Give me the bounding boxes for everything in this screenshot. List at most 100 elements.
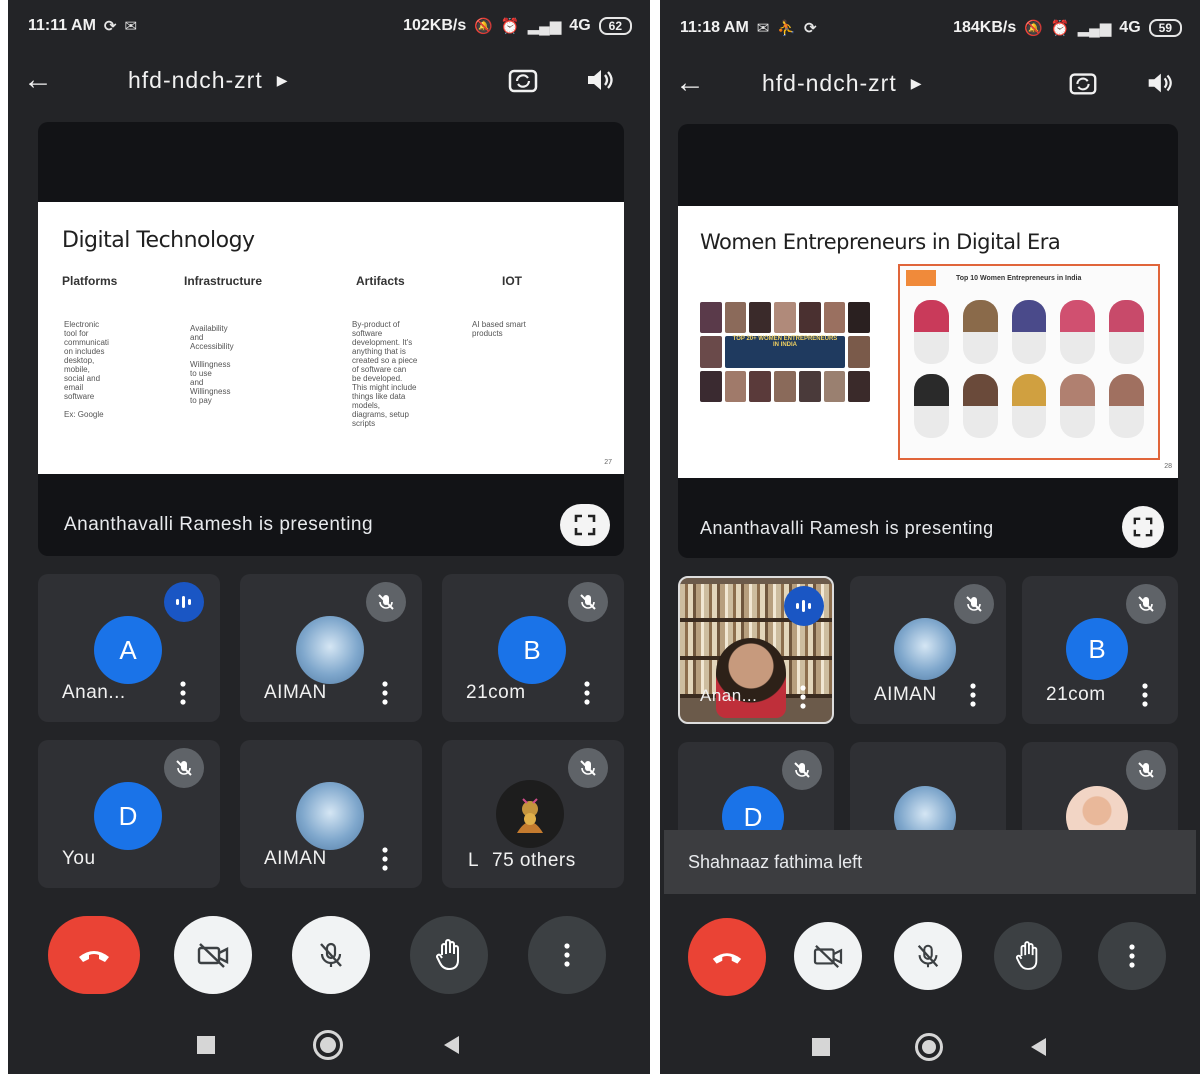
more-options-button[interactable] <box>528 916 606 994</box>
caret-right-icon: ▶ <box>910 74 923 91</box>
participant-tile[interactable]: B 21com <box>442 574 624 722</box>
phone-hangup-icon <box>79 951 109 962</box>
status-time: 11:18 AM <box>680 19 749 36</box>
gmail-icon: ✉ <box>756 20 770 37</box>
back-arrow-icon[interactable]: ← <box>8 55 68 105</box>
participant-video-tile[interactable]: Anan... <box>678 576 834 724</box>
network-type: 4G <box>569 17 591 34</box>
participant-tile[interactable]: B 21com <box>1022 576 1178 724</box>
more-options-icon[interactable] <box>172 678 194 708</box>
collage-label: TOP 20+ WOMEN ENTREPRENEURS IN INDIA <box>732 336 838 348</box>
raise-hand-button[interactable] <box>994 922 1062 990</box>
alarm-icon: ⏰ <box>500 18 520 35</box>
meeting-title[interactable]: hfd-ndch-zrt ▶ <box>762 70 923 97</box>
mic-off-icon <box>1126 584 1166 624</box>
android-nav-bar <box>8 1022 650 1068</box>
presenting-label: Ananthavalli Ramesh is presenting <box>700 518 994 538</box>
switch-camera-icon[interactable] <box>502 59 544 101</box>
meeting-title[interactable]: hfd-ndch-zrt ▶ <box>128 67 289 94</box>
end-call-button[interactable] <box>48 916 140 994</box>
back-icon[interactable] <box>1028 1036 1048 1058</box>
switch-camera-icon[interactable] <box>1062 62 1104 104</box>
more-vertical-icon <box>1129 944 1135 968</box>
others-tile[interactable]: L 75 others <box>442 740 624 888</box>
avatar-image <box>496 780 564 848</box>
slide-page-number: 28 <box>1164 463 1172 470</box>
participant-tile[interactable]: AIMAN <box>240 574 422 722</box>
sync-icon: ⟳ <box>804 20 817 37</box>
more-options-icon[interactable] <box>374 844 396 874</box>
fullscreen-button[interactable] <box>1122 506 1164 548</box>
recents-icon[interactable] <box>197 1036 215 1054</box>
mic-off-icon <box>954 584 994 624</box>
speaker-icon[interactable] <box>1138 62 1180 104</box>
mic-off-button[interactable] <box>292 916 370 994</box>
hand-icon <box>436 939 459 971</box>
call-controls <box>660 912 1200 1002</box>
speaker-icon[interactable] <box>578 59 620 101</box>
more-options-icon[interactable] <box>374 678 396 708</box>
network-type: 4G <box>1119 19 1141 36</box>
recents-icon[interactable] <box>812 1038 831 1056</box>
participant-name: Anan... <box>62 682 126 703</box>
mic-off-icon <box>782 750 822 790</box>
fullscreen-button[interactable] <box>560 504 610 546</box>
back-arrow-icon[interactable]: ← <box>660 58 720 108</box>
call-controls <box>8 910 650 1000</box>
mic-off-button[interactable] <box>894 922 962 990</box>
mute-bell-icon: 🔕 <box>474 18 493 35</box>
fullscreen-icon <box>1133 517 1153 537</box>
participant-tile[interactable]: D You <box>38 740 220 888</box>
end-call-button[interactable] <box>688 918 766 996</box>
video-off-icon <box>197 943 229 968</box>
alarm-icon: ⏰ <box>1050 20 1070 37</box>
avatar <box>296 616 364 684</box>
more-options-icon[interactable] <box>1134 680 1156 710</box>
meeting-top-bar: ← hfd-ndch-zrt ▶ <box>8 55 650 105</box>
participant-name: 21com <box>1046 684 1106 705</box>
network-speed: 102KB/s <box>403 17 467 34</box>
panel-title: Top 10 Women Entrepreneurs in India <box>956 275 1082 282</box>
avatar: B <box>498 616 566 684</box>
more-options-icon[interactable] <box>792 682 814 712</box>
home-icon[interactable] <box>914 1033 943 1061</box>
speaking-indicator-icon <box>164 582 204 622</box>
status-bar: 11:11 AM ⟳ ✉ 102KB/s 🔕 ⏰ ▂▄▆ 4G 62 <box>8 8 650 44</box>
meeting-code: hfd-ndch-zrt <box>762 69 897 96</box>
more-options-icon[interactable] <box>962 680 984 710</box>
slide-column-heading: Platforms <box>62 274 118 288</box>
signal-icon: ▂▄▆ <box>527 18 562 35</box>
slide-column-text: Electronic tool for communicati on inclu… <box>64 320 109 419</box>
meeting-code: hfd-ndch-zrt <box>128 66 263 93</box>
participant-name: AIMAN <box>264 682 327 703</box>
slide: Women Entrepreneurs in Digital Era TOP 2… <box>678 206 1178 478</box>
more-options-icon[interactable] <box>576 678 598 708</box>
video-off-icon <box>813 944 843 968</box>
mic-off-icon <box>366 582 406 622</box>
back-icon[interactable] <box>441 1034 461 1056</box>
status-time: 11:11 AM <box>28 17 96 34</box>
participant-tile[interactable]: AIMAN <box>850 576 1006 724</box>
raise-hand-button[interactable] <box>410 916 488 994</box>
slide-title: Women Entrepreneurs in Digital Era <box>700 230 1061 254</box>
gmail-icon: ✉ <box>124 18 138 35</box>
battery-indicator: 62 <box>598 17 632 35</box>
camera-off-button[interactable] <box>174 916 252 994</box>
fullscreen-icon <box>574 514 596 536</box>
avatar: A <box>94 616 162 684</box>
participant-tile[interactable]: AIMAN <box>240 740 422 888</box>
presentation-card: Women Entrepreneurs in Digital Era TOP 2… <box>678 124 1178 558</box>
participant-name: AIMAN <box>874 684 937 705</box>
overlapping-name-letter: L <box>468 850 480 871</box>
mute-bell-icon: 🔕 <box>1024 20 1043 37</box>
participant-tile[interactable]: A Anan... <box>38 574 220 722</box>
avatar <box>894 618 956 680</box>
home-icon[interactable] <box>313 1030 343 1060</box>
camera-off-button[interactable] <box>794 922 862 990</box>
more-options-button[interactable] <box>1098 922 1166 990</box>
avatar <box>296 782 364 850</box>
slide-column-heading: Infrastructure <box>184 274 263 288</box>
person-icon: ⛹ <box>777 20 797 37</box>
slide-page-number: 27 <box>604 459 612 466</box>
participant-name: Anan... <box>700 686 758 705</box>
